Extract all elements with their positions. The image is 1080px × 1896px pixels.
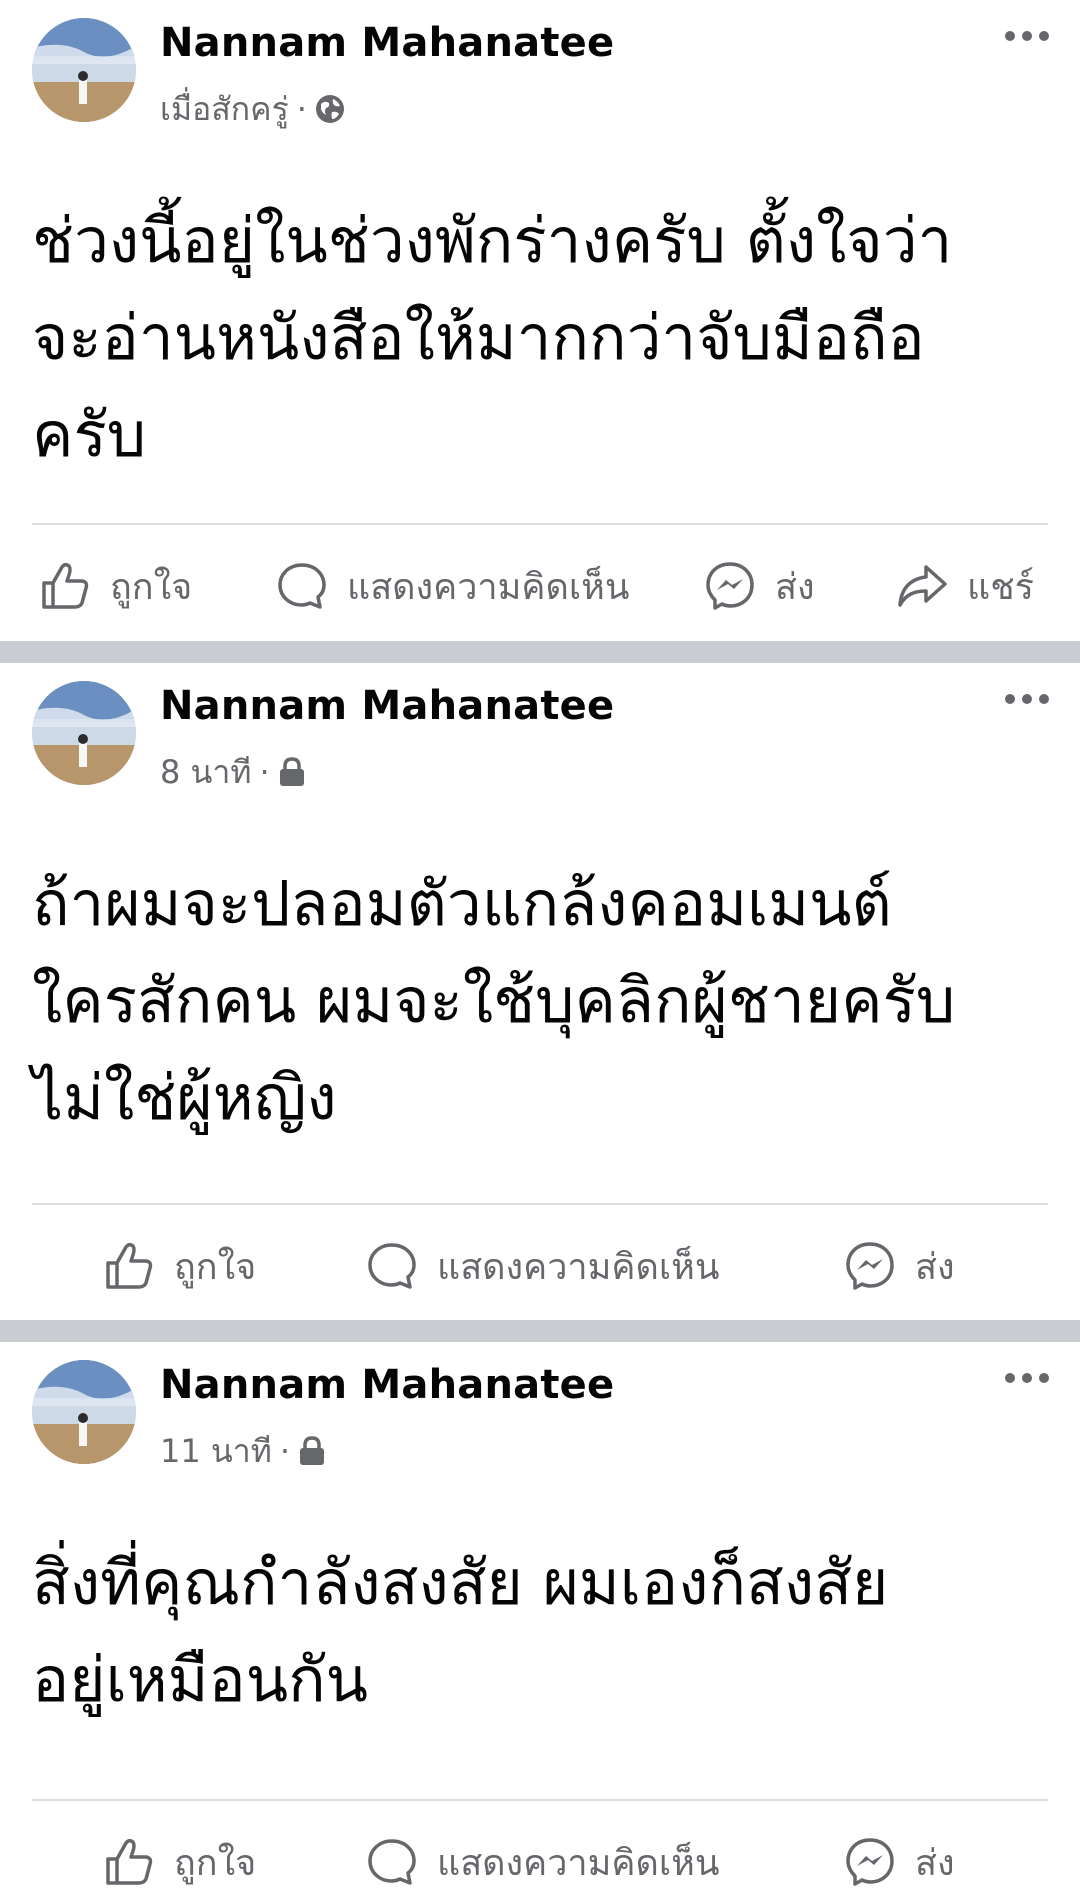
post-text: ถ้าผมจะปลอมตัวแกล้งคอมเมนต์ ใครสักคน ผมจ…	[32, 867, 956, 1134]
comment-label: แสดงความคิดเห็น	[347, 566, 630, 608]
news-feed: Nannam Mahanatee เมื่อสักครู่ · ช่วงนี้อ…	[0, 0, 1080, 1896]
author-name[interactable]: Nannam Mahanatee	[160, 20, 614, 66]
like-button[interactable]: ถูกใจ	[38, 536, 192, 636]
lock-icon	[300, 1436, 324, 1465]
post-separator	[0, 641, 1080, 663]
post-text: สิ่งที่คุณกำลังสงสัย ผมเองก็สงสัย อยู่เห…	[32, 1546, 889, 1716]
globe-icon	[315, 95, 344, 123]
divider	[32, 523, 1048, 525]
send-button[interactable]: ส่ง	[843, 1812, 955, 1896]
like-label: ถูกใจ	[174, 1246, 257, 1288]
share-label: แชร์	[967, 566, 1034, 608]
thumbs-up-icon	[106, 1242, 153, 1289]
like-label: ถูกใจ	[110, 566, 193, 608]
comment-label: แสดงความคิดเห็น	[437, 1842, 720, 1884]
post-timestamp[interactable]: เมื่อสักครู่	[160, 84, 289, 135]
author-name[interactable]: Nannam Mahanatee	[160, 1362, 614, 1408]
lock-icon	[279, 757, 304, 786]
post-timestamp[interactable]: 8 นาที	[160, 747, 251, 798]
thumbs-up-icon	[106, 1838, 153, 1885]
comment-button[interactable]: แสดงความคิดเห็น	[365, 1812, 719, 1896]
avatar[interactable]	[32, 18, 136, 122]
author-name[interactable]: Nannam Mahanatee	[160, 683, 614, 729]
meta-separator: ·	[259, 753, 270, 791]
divider	[32, 1203, 1048, 1205]
avatar[interactable]	[32, 681, 136, 785]
post: Nannam Mahanatee 8 นาที · ถ้าผมจะปลอมตัว…	[0, 663, 1080, 1320]
send-label: ส่ง	[915, 1246, 955, 1288]
action-bar: ถูกใจ แสดงความคิดเห็น ส่ง แชร์	[0, 536, 1080, 636]
send-label: ส่ง	[775, 566, 815, 608]
send-button[interactable]: ส่ง	[843, 1216, 955, 1316]
messenger-icon	[846, 1242, 894, 1290]
like-button[interactable]: ถูกใจ	[102, 1216, 256, 1316]
comment-label: แสดงความคิดเห็น	[437, 1246, 720, 1288]
share-arrow-icon	[898, 565, 947, 607]
post-text: ช่วงนี้อยู่ในช่วงพักร่างครับ ตั้งใจว่า จ…	[32, 204, 953, 471]
more-options-icon[interactable]	[1004, 691, 1050, 707]
post-meta: 11 นาที ·	[160, 1430, 326, 1472]
action-bar: ถูกใจ แสดงความคิดเห็น ส่ง	[0, 1812, 1080, 1896]
divider	[32, 1799, 1048, 1801]
meta-separator: ·	[279, 1432, 290, 1470]
messenger-icon	[846, 1838, 894, 1886]
like-label: ถูกใจ	[174, 1842, 257, 1884]
thumbs-up-icon	[42, 562, 89, 609]
meta-separator: ·	[296, 90, 307, 128]
share-button[interactable]: แชร์	[895, 536, 1034, 636]
post-separator	[0, 1320, 1080, 1342]
comment-button[interactable]: แสดงความคิดเห็น	[365, 1216, 719, 1316]
like-button[interactable]: ถูกใจ	[102, 1812, 256, 1896]
post-timestamp[interactable]: 11 นาที	[160, 1426, 272, 1477]
action-bar: ถูกใจ แสดงความคิดเห็น ส่ง	[0, 1216, 1080, 1316]
send-button[interactable]: ส่ง	[703, 536, 815, 636]
more-options-icon[interactable]	[1004, 1370, 1050, 1386]
post: Nannam Mahanatee 11 นาที · สิ่งที่คุณกำล…	[0, 1342, 1080, 1896]
messenger-icon	[706, 562, 754, 610]
post: Nannam Mahanatee เมื่อสักครู่ · ช่วงนี้อ…	[0, 0, 1080, 641]
avatar[interactable]	[32, 1360, 136, 1464]
comment-bubble-icon	[278, 563, 326, 609]
comment-bubble-icon	[368, 1243, 416, 1289]
comment-bubble-icon	[368, 1839, 416, 1885]
post-meta: 8 นาที ·	[160, 751, 306, 793]
comment-button[interactable]: แสดงความคิดเห็น	[275, 536, 629, 636]
post-meta: เมื่อสักครู่ ·	[160, 88, 345, 130]
more-options-icon[interactable]	[1004, 28, 1050, 44]
send-label: ส่ง	[915, 1842, 955, 1884]
